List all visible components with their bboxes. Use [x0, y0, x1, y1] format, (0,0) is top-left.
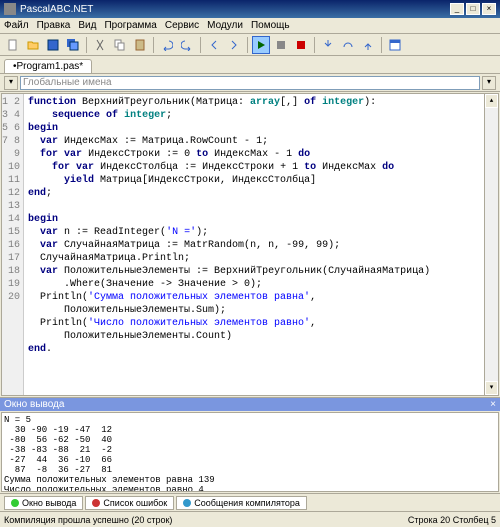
- info-dot-icon: [183, 499, 191, 507]
- form-icon[interactable]: [386, 36, 404, 54]
- tab-output[interactable]: Окно вывода: [4, 496, 83, 510]
- code-area[interactable]: function ВерхнийТреугольник(Матрица: arr…: [24, 94, 484, 395]
- output-title-label: Окно вывода: [4, 399, 64, 410]
- menu-help[interactable]: Помощь: [251, 20, 290, 31]
- paste-icon[interactable]: [131, 36, 149, 54]
- combo-dropdown-icon[interactable]: ▾: [482, 76, 496, 90]
- scroll-up-icon[interactable]: ▴: [485, 94, 498, 108]
- stop-icon[interactable]: [292, 36, 310, 54]
- nav-forward-icon[interactable]: [225, 36, 243, 54]
- tab-output-label: Окно вывода: [22, 498, 76, 508]
- step-over-icon[interactable]: [339, 36, 357, 54]
- status-dot-icon: [11, 499, 19, 507]
- file-tabbar: •Program1.pas*: [0, 56, 500, 74]
- toolbar: [0, 34, 500, 56]
- menu-program[interactable]: Программа: [104, 20, 156, 31]
- redo-icon[interactable]: [178, 36, 196, 54]
- status-position: Строка 20 Столбец 5: [408, 515, 496, 525]
- output-panel-title: Окно вывода ×: [0, 397, 500, 411]
- code-editor[interactable]: 1 2 3 4 5 6 7 8 9 10 11 12 13 14 15 16 1…: [1, 93, 499, 396]
- window-titlebar: PascalABC.NET _ □ ×: [0, 0, 500, 18]
- scroll-down-icon[interactable]: ▾: [485, 381, 498, 395]
- scroll-track[interactable]: [485, 108, 498, 381]
- close-button[interactable]: ×: [482, 3, 496, 15]
- status-bar: Компиляция прошла успешно (20 строк) Стр…: [0, 511, 500, 527]
- save-icon[interactable]: [44, 36, 62, 54]
- nav-back-icon[interactable]: [205, 36, 223, 54]
- tab-errors-label: Список ошибок: [103, 498, 167, 508]
- menu-edit[interactable]: Правка: [37, 20, 71, 31]
- file-tab[interactable]: •Program1.pas*: [4, 59, 92, 73]
- save-all-icon[interactable]: [64, 36, 82, 54]
- menu-modules[interactable]: Модули: [207, 20, 243, 31]
- cut-icon[interactable]: [91, 36, 109, 54]
- menu-service[interactable]: Сервис: [165, 20, 199, 31]
- undo-icon[interactable]: [158, 36, 176, 54]
- error-dot-icon: [92, 499, 100, 507]
- nav-dropdown-icon[interactable]: ▾: [4, 76, 18, 90]
- output-panel[interactable]: N = 5 30 -90 -19 -47 12 -80 56 -62 -50 4…: [1, 412, 499, 492]
- maximize-button[interactable]: □: [466, 3, 480, 15]
- menu-view[interactable]: Вид: [78, 20, 96, 31]
- minimize-button[interactable]: _: [450, 3, 464, 15]
- bottom-tabbar: Окно вывода Список ошибок Сообщения комп…: [0, 493, 500, 511]
- step-into-icon[interactable]: [319, 36, 337, 54]
- compile-icon[interactable]: [272, 36, 290, 54]
- step-out-icon[interactable]: [359, 36, 377, 54]
- status-message: Компиляция прошла успешно (20 строк): [4, 515, 172, 525]
- window-title: PascalABC.NET: [20, 4, 450, 15]
- menu-bar: Файл Правка Вид Программа Сервис Модули …: [0, 18, 500, 34]
- copy-icon[interactable]: [111, 36, 129, 54]
- open-file-icon[interactable]: [24, 36, 42, 54]
- run-icon[interactable]: [252, 36, 270, 54]
- tab-errors[interactable]: Список ошибок: [85, 496, 174, 510]
- tab-compiler[interactable]: Сообщения компилятора: [176, 496, 307, 510]
- scope-combo[interactable]: Глобальные имена: [20, 76, 480, 90]
- nav-combo-bar: ▾ Глобальные имена ▾: [0, 74, 500, 92]
- app-icon: [4, 3, 16, 15]
- tab-compiler-label: Сообщения компилятора: [194, 498, 300, 508]
- menu-file[interactable]: Файл: [4, 20, 29, 31]
- line-gutter: 1 2 3 4 5 6 7 8 9 10 11 12 13 14 15 16 1…: [2, 94, 24, 395]
- new-file-icon[interactable]: [4, 36, 22, 54]
- output-close-icon[interactable]: ×: [490, 399, 496, 410]
- vertical-scrollbar[interactable]: ▴ ▾: [484, 94, 498, 395]
